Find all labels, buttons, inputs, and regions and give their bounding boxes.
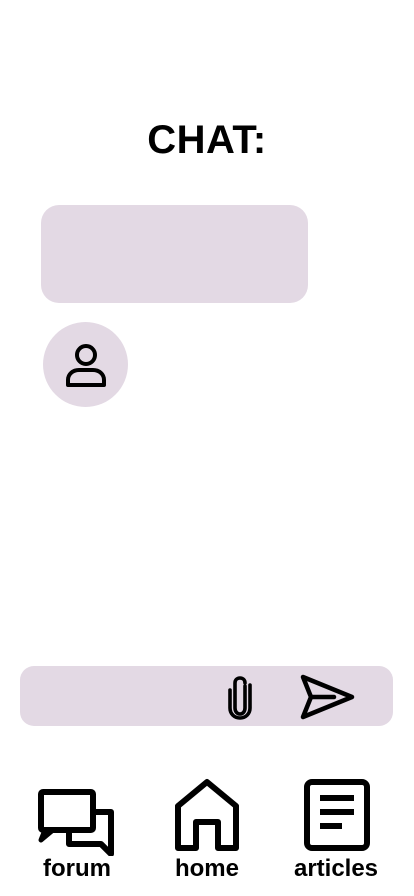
nav-label-forum: forum <box>43 855 111 882</box>
nav-item-articles[interactable]: articles <box>286 770 386 886</box>
attach-button[interactable] <box>220 674 260 720</box>
bottom-nav: forum home articles <box>0 770 414 896</box>
nav-label-home: home <box>174 855 239 882</box>
send-icon <box>300 674 355 720</box>
nav-label-articles: articles <box>293 855 379 882</box>
avatar[interactable] <box>43 322 128 407</box>
paperclip-icon <box>228 676 252 720</box>
send-button[interactable] <box>296 672 358 722</box>
page-title: CHAT: <box>147 118 267 162</box>
message-input[interactable] <box>34 676 224 716</box>
forum-icon <box>37 770 117 856</box>
message-bubble <box>41 205 308 303</box>
chat-screen: CHAT: forum home articles <box>0 0 414 896</box>
nav-item-forum[interactable]: forum <box>27 770 127 886</box>
nav-item-home[interactable]: home <box>157 770 257 886</box>
home-icon <box>172 770 242 856</box>
user-icon <box>65 343 106 387</box>
articles-icon <box>300 770 372 856</box>
message-composer <box>20 666 393 726</box>
